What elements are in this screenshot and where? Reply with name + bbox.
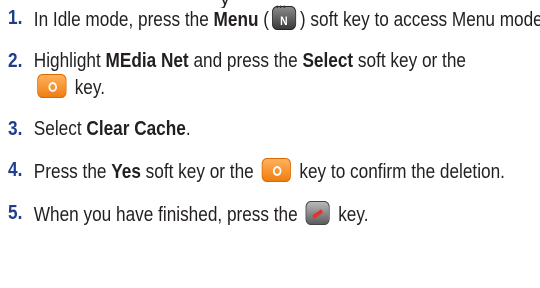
step-text: .	[185, 118, 191, 140]
step-4: 4. Press the Yes soft key or the key to …	[8, 158, 540, 185]
select-key-label: Select	[302, 50, 354, 72]
step-text: Select	[33, 118, 87, 140]
menu-key-label: Menu	[213, 9, 259, 31]
step-text: key to confirm the deletion.	[294, 161, 505, 183]
step-text: Press the	[33, 161, 112, 183]
ok-key-icon	[37, 74, 67, 98]
step-text: In Idle mode, press the	[33, 9, 214, 31]
yes-key-label: Yes	[111, 161, 141, 183]
ok-key-icon	[261, 158, 292, 182]
step-1: 1. In Idle mode, press the Menu ( ) soft …	[8, 0, 540, 34]
step-text: Highlight	[33, 50, 106, 72]
step-text: and press the	[188, 50, 303, 72]
step-text: When you have finished, press the	[33, 204, 303, 226]
step-text: (	[258, 9, 269, 31]
step-text: key.	[69, 77, 105, 99]
step-2: 2. Highlight MEdia Net and press the Sel…	[8, 49, 540, 101]
step-text: ) soft key to access Menu mode.	[299, 9, 540, 31]
step-3: 3. Select Clear Cache.	[8, 117, 540, 142]
step-text: key.	[333, 204, 369, 226]
step-number: 5.	[8, 202, 23, 224]
instruction-steps: 1. In Idle mode, press the Menu ( ) soft …	[8, 0, 540, 244]
step-number: 2.	[8, 50, 23, 72]
clear-cache-label: Clear Cache	[86, 118, 186, 140]
media-net-label: MEdia Net	[105, 50, 189, 72]
step-text: soft key or the	[140, 161, 259, 183]
step-number: 4.	[8, 159, 23, 181]
step-number: 1.	[8, 7, 23, 29]
step-text: soft key or the	[353, 50, 466, 72]
step-number: 3.	[8, 118, 23, 140]
end-key-icon	[305, 201, 330, 225]
step-5: 5. When you have finished, press the key…	[8, 201, 540, 228]
menu-soft-key-icon	[272, 0, 297, 34]
